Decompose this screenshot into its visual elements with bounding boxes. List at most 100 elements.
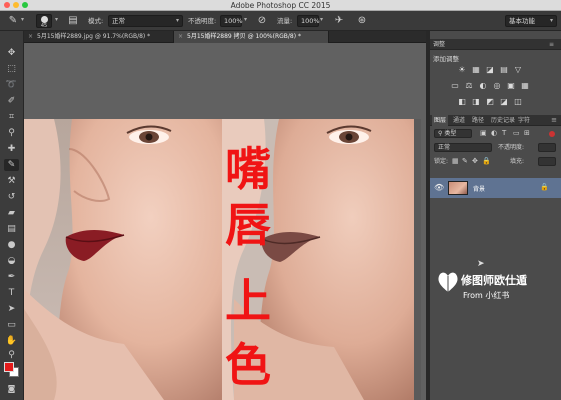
threshold-icon[interactable]: ◩ (485, 97, 495, 107)
brush-tool-icon[interactable]: ✎ (4, 159, 19, 171)
filter-type-icon[interactable]: T (502, 127, 506, 140)
path-select-tool-icon[interactable]: ➤ (4, 303, 19, 315)
heart-leaf-icon (438, 272, 458, 292)
hand-tool-icon[interactable]: ✋ (4, 335, 19, 347)
healing-brush-tool-icon[interactable]: ✚ (4, 143, 19, 155)
adjustments-tab[interactable]: 调整 (430, 39, 448, 50)
history-brush-tool-icon[interactable]: ↺ (4, 191, 19, 203)
mode-value: 正常 (112, 17, 125, 25)
lock-position-icon[interactable]: ✥ (472, 155, 478, 168)
move-tool-icon[interactable]: ✥ (4, 47, 19, 59)
add-adjustment-title: 添加调整 (433, 55, 459, 63)
document-tab-2-label: 5月15婚样2889 拷贝 @ 100%(RGB/8) * (187, 33, 301, 40)
tab-paths[interactable]: 路径 (470, 115, 486, 126)
brush-tip-icon (41, 16, 48, 23)
overlay-char-4: 色 (225, 338, 271, 392)
pressure-opacity-icon[interactable]: ⊘ (255, 14, 269, 28)
exposure-icon[interactable]: ▤ (499, 65, 509, 75)
options-bar: ✎ ▾ 45 ▾ ▤ 模式: 正常 ▾ 不透明度: 100% ▾ ⊘ 流量: 10… (0, 11, 561, 31)
brush-panel-toggle-icon[interactable]: ▤ (66, 14, 80, 28)
color-lookup-icon[interactable]: ▦ (520, 81, 530, 91)
quick-select-tool-icon[interactable]: ✐ (4, 95, 19, 107)
opacity-caret-icon[interactable]: ▾ (244, 14, 247, 26)
tab-character[interactable]: 字符 (516, 115, 532, 126)
layer-opacity-label: 不透明度: (498, 144, 525, 151)
close-tab-icon[interactable]: × (178, 33, 183, 40)
flow-caret-icon[interactable]: ▾ (320, 14, 323, 26)
clone-stamp-tool-icon[interactable]: ⚒ (4, 175, 19, 187)
fill-label: 填充: (510, 158, 525, 165)
pen-tool-icon[interactable]: ✒ (4, 271, 19, 283)
lock-fill-row: 锁定: ▦ ✎ ✥ 🔒 填充: (430, 155, 561, 168)
filter-toggle-icon[interactable] (549, 131, 555, 137)
zoom-tool-icon[interactable]: ⚲ (4, 349, 19, 361)
levels-icon[interactable]: ▦ (471, 65, 481, 75)
blur-tool-icon[interactable]: ● (4, 239, 19, 251)
workspace-select[interactable]: 基本功能 ▾ (505, 15, 557, 27)
blend-opacity-row: 正常 不透明度: (430, 141, 561, 154)
tab-history[interactable]: 历史记录 (489, 115, 517, 126)
filter-shape-icon[interactable]: ▭ (513, 127, 520, 140)
channel-mixer-icon[interactable]: ▣ (506, 81, 516, 91)
filter-smart-icon[interactable]: ⊞ (524, 127, 530, 140)
gradient-map-icon[interactable]: ◪ (499, 97, 509, 107)
shape-tool-icon[interactable]: ▭ (4, 319, 19, 331)
lock-pixels-icon[interactable]: ▦ (452, 155, 459, 168)
layer-opacity-input[interactable] (538, 143, 556, 152)
mode-caret-icon: ▾ (175, 17, 179, 24)
quick-mask-icon[interactable]: ◙ (4, 383, 19, 395)
posterize-icon[interactable]: ◨ (471, 97, 481, 107)
workspace-value: 基本功能 (509, 17, 535, 25)
layer-thumbnail (448, 181, 468, 195)
flow-value: 100% (301, 17, 320, 25)
layer-row-background[interactable]: 👁 背景 🔒 (430, 178, 561, 198)
marquee-tool-icon[interactable]: ⬚ (4, 63, 19, 75)
opacity-input[interactable]: 100% (220, 15, 243, 27)
brightness-contrast-icon[interactable]: ☀ (457, 65, 467, 75)
watermark-author: 修图师欧仕遁 (461, 274, 527, 287)
eyedropper-tool-icon[interactable]: ⚲ (4, 127, 19, 139)
brush-size-picker[interactable]: 45 (36, 14, 52, 29)
invert-icon[interactable]: ◧ (457, 97, 467, 107)
dodge-tool-icon[interactable]: ◒ (4, 255, 19, 267)
workspace-caret-icon: ▾ (549, 17, 553, 24)
filter-adjust-icon[interactable]: ◐ (491, 127, 497, 140)
vibrance-icon[interactable]: ▽ (513, 65, 523, 75)
lock-paint-icon[interactable]: ✎ (462, 155, 468, 168)
airbrush-icon[interactable]: ✈ (332, 14, 346, 28)
foreground-color-swatch[interactable] (4, 362, 14, 372)
tab-channels[interactable]: 通道 (451, 115, 467, 126)
color-balance-icon[interactable]: ⚖ (464, 81, 474, 91)
curves-icon[interactable]: ◪ (485, 65, 495, 75)
black-white-icon[interactable]: ◐ (478, 81, 488, 91)
lasso-tool-icon[interactable]: ➰ (4, 79, 19, 91)
panel-menu-icon[interactable]: ≡ (546, 39, 557, 50)
brush-size-caret-icon[interactable]: ▾ (55, 14, 58, 26)
selective-color-icon[interactable]: ◫ (513, 97, 523, 107)
document-tab-2[interactable]: × 5月15婚样2889 拷贝 @ 100%(RGB/8) * (174, 31, 329, 43)
close-tab-icon[interactable]: × (28, 33, 33, 40)
type-tool-icon[interactable]: T (4, 287, 19, 299)
lock-all-icon[interactable]: 🔒 (482, 155, 491, 168)
pressure-size-icon[interactable]: ⊛ (355, 14, 369, 28)
crop-tool-icon[interactable]: ⌗ (4, 111, 19, 123)
visibility-eye-icon[interactable]: 👁 (434, 183, 444, 192)
layers-panel-menu-icon[interactable]: ≡ (551, 115, 557, 126)
preset-caret-icon[interactable]: ▾ (21, 14, 24, 26)
tab-layers[interactable]: 图层 (432, 115, 449, 126)
flow-input[interactable]: 100% (297, 15, 320, 27)
blend-mode-select[interactable]: 正常 (434, 143, 492, 152)
layers-panel-tabs: 图层 通道 路径 历史记录 字符 ≡ (430, 115, 561, 126)
fill-input[interactable] (538, 157, 556, 166)
filter-pixel-icon[interactable]: ▣ (480, 127, 487, 140)
layer-filter-value: 类型 (444, 130, 457, 137)
canvas-area[interactable]: 嘴 唇 上 色 (24, 43, 426, 400)
mode-select[interactable]: 正常 ▾ (108, 15, 183, 27)
photo-filter-icon[interactable]: ◎ (492, 81, 502, 91)
document-tab-1[interactable]: × 5月15婚样2889.jpg @ 91.7%(RGB/8) * (24, 31, 174, 43)
eraser-tool-icon[interactable]: ▰ (4, 207, 19, 219)
hue-saturation-icon[interactable]: ▭ (450, 81, 460, 91)
gradient-tool-icon[interactable]: ▤ (4, 223, 19, 235)
layer-filter-select[interactable]: ⚲ 类型 (434, 129, 472, 138)
brush-tool-preset-icon[interactable]: ✎ (6, 14, 20, 28)
